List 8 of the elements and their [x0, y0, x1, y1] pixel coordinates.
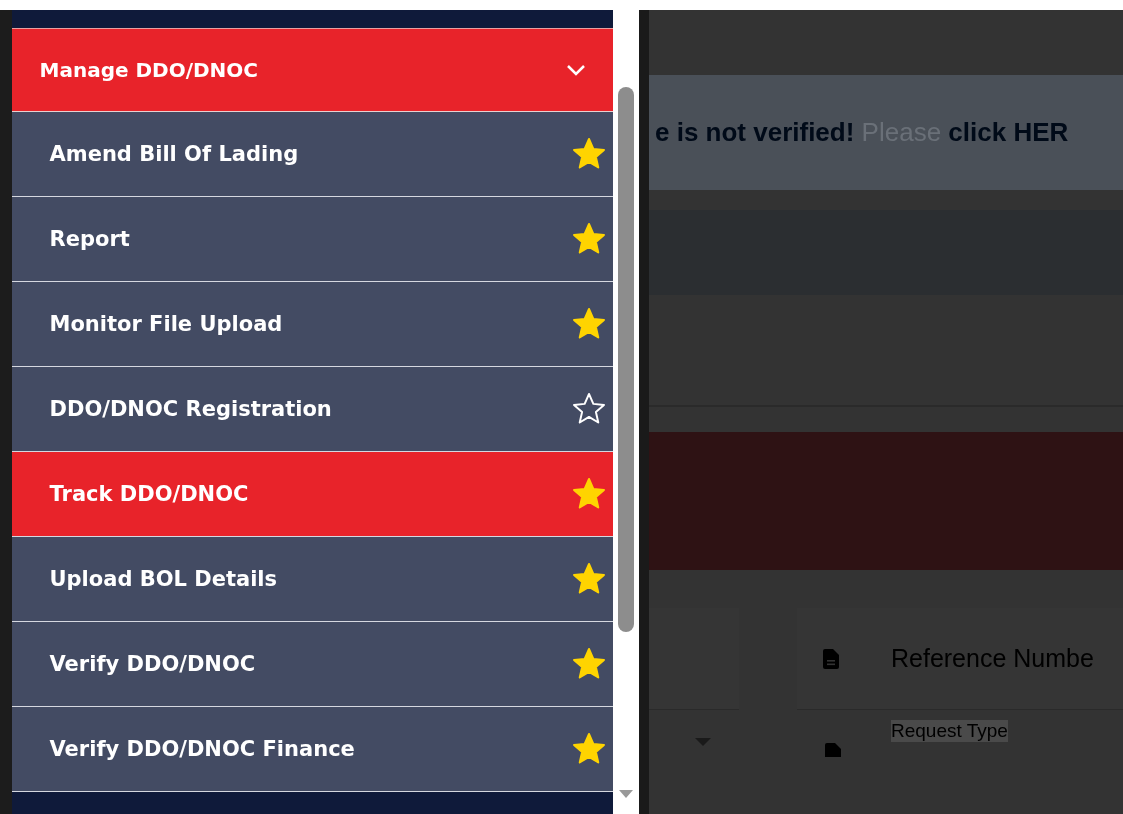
scroll-down-arrow-icon[interactable] — [618, 790, 633, 798]
menu-item[interactable]: Track DDO/DNOC — [11, 452, 613, 537]
document-icon — [823, 648, 839, 669]
menu-group-header[interactable]: Manage DDO/DNOC — [11, 28, 613, 112]
request-type-label: Request Type — [891, 720, 1008, 742]
chevron-icon — [564, 63, 587, 77]
document-icon — [825, 743, 841, 757]
scrollbar-thumb[interactable] — [617, 87, 634, 632]
